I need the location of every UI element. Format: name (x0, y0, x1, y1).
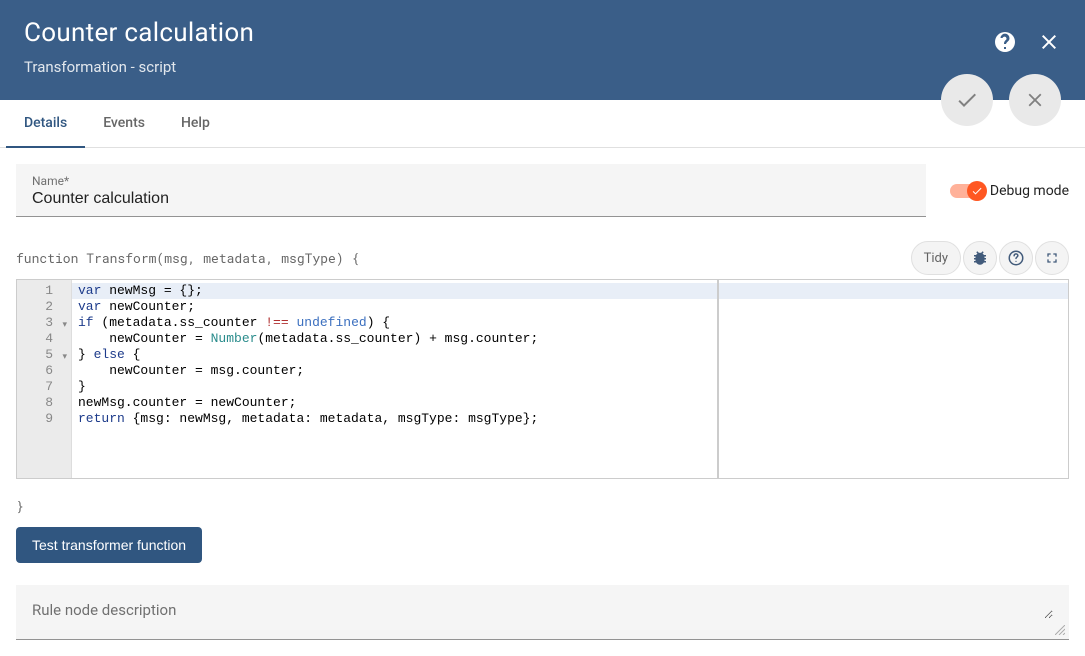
help-circle-icon[interactable] (999, 241, 1033, 275)
line-number: 5▾ (17, 347, 53, 363)
debug-label: Debug mode (990, 183, 1069, 199)
name-input[interactable] (32, 190, 910, 208)
description-input[interactable] (32, 601, 1053, 619)
line-number: 6 (17, 363, 53, 379)
close-icon[interactable] (1037, 30, 1061, 54)
line-number: 7 (17, 379, 53, 395)
closing-brace: } (16, 497, 1069, 515)
code-line[interactable]: if (metadata.ss_counter !== undefined) { (78, 315, 1068, 331)
code-line[interactable]: newCounter = msg.counter; (78, 363, 1068, 379)
cancel-button[interactable] (1009, 74, 1061, 126)
code-line[interactable]: } else { (78, 347, 1068, 363)
tab-events[interactable]: Events (85, 100, 163, 148)
resize-handle-icon (1055, 625, 1065, 635)
name-label: Name* (32, 174, 910, 188)
line-number: 1 (17, 283, 53, 299)
code-line[interactable]: newCounter = Number(metadata.ss_counter)… (78, 331, 1068, 347)
line-number: 8 (17, 395, 53, 411)
code-line[interactable]: var newMsg = {}; (72, 283, 1068, 299)
editor-splitter[interactable] (717, 280, 719, 478)
code-line[interactable]: } (78, 379, 1068, 395)
tab-details[interactable]: Details (6, 100, 85, 148)
page-title: Counter calculation (24, 18, 254, 48)
tab-help[interactable]: Help (163, 100, 228, 148)
apply-button[interactable] (941, 74, 993, 126)
code-editor[interactable]: 123▾45▾6789 var newMsg = {};var newCount… (16, 279, 1069, 479)
bug-icon[interactable] (963, 241, 997, 275)
fullscreen-icon[interactable] (1035, 241, 1069, 275)
code-line[interactable]: return {msg: newMsg, metadata: metadata,… (78, 411, 1068, 427)
line-number: 3▾ (17, 315, 53, 331)
function-signature: function Transform(msg, metadata, msgTyp… (16, 249, 359, 267)
code-line[interactable]: var newCounter; (78, 299, 1068, 315)
test-transformer-button[interactable]: Test transformer function (16, 527, 202, 563)
fold-icon[interactable]: ▾ (62, 317, 67, 333)
tabs: Details Events Help (0, 100, 1085, 148)
line-number: 2 (17, 299, 53, 315)
name-field[interactable]: Name* (16, 164, 926, 217)
line-number: 9 (17, 411, 53, 427)
help-icon[interactable] (993, 30, 1017, 54)
page-subtitle: Transformation - script (24, 58, 254, 76)
line-number: 4 (17, 331, 53, 347)
code-line[interactable]: newMsg.counter = newCounter; (78, 395, 1068, 411)
fold-icon[interactable]: ▾ (62, 349, 67, 365)
tidy-button[interactable]: Tidy (911, 241, 961, 275)
debug-toggle[interactable] (950, 184, 984, 198)
